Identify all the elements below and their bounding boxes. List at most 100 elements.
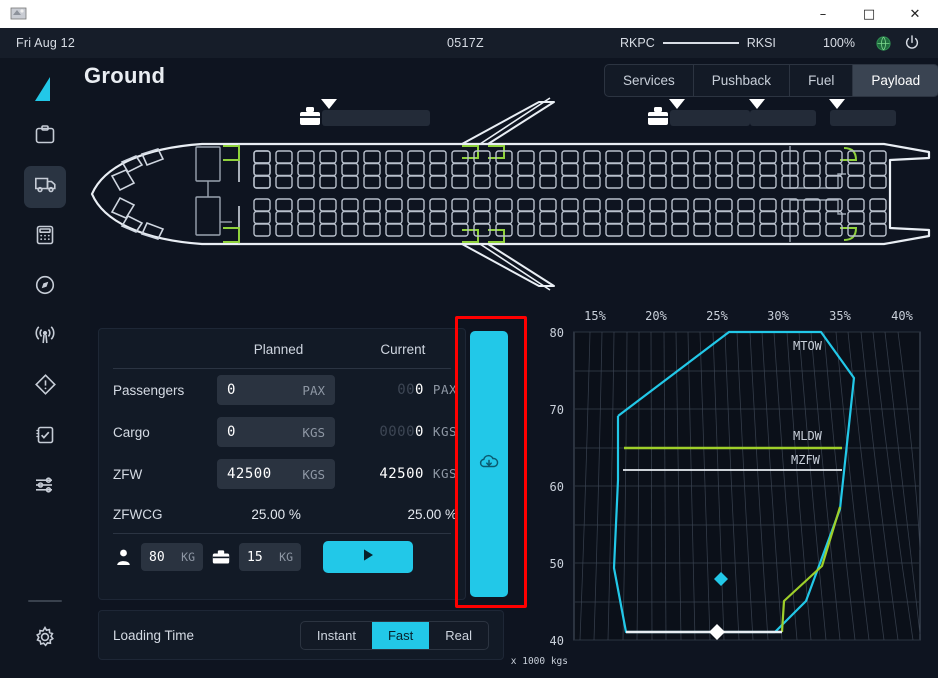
per-bag-weight-unit: KG bbox=[279, 550, 293, 564]
loading-time-option-instant[interactable]: Instant bbox=[301, 622, 372, 649]
passengers-input[interactable]: 0 PAX bbox=[217, 375, 335, 405]
tab-pushback[interactable]: Pushback bbox=[694, 65, 791, 96]
payload-footer-controls: 80 KG 15 KG bbox=[99, 534, 465, 580]
per-bag-weight-value: 15 bbox=[247, 549, 263, 565]
x-tick-15: 15% bbox=[584, 309, 606, 323]
warning-diamond-icon bbox=[34, 373, 57, 401]
zfw-input-value: 42500 bbox=[227, 466, 272, 482]
per-pax-weight-input[interactable]: 80 KG bbox=[141, 543, 203, 571]
cg-envelope-chart: 15% 20% 25% 30% 35% 40% 80 70 60 50 40 x… bbox=[506, 300, 936, 672]
close-button[interactable]: ✕ bbox=[892, 0, 938, 28]
sidebar-item-controls[interactable] bbox=[24, 466, 66, 508]
y-tick-70: 70 bbox=[550, 403, 564, 417]
sidebar-divider bbox=[28, 600, 62, 602]
x-tick-30: 30% bbox=[767, 309, 789, 323]
row-zfw: ZFW 42500 KGS 42500 KGS bbox=[99, 453, 465, 495]
route-line-icon bbox=[662, 42, 739, 44]
row-label-passengers: Passengers bbox=[113, 382, 185, 398]
loading-time-segmented-control: Instant Fast Real bbox=[299, 620, 489, 650]
cargo-bay-3 bbox=[749, 99, 816, 126]
zfw-current: 42500 KGS bbox=[335, 466, 465, 482]
origin-icao: RKPC bbox=[620, 36, 655, 50]
sliders-icon bbox=[33, 474, 57, 501]
window-controls: – □ ✕ bbox=[800, 0, 938, 28]
payload-table-header: Planned Current bbox=[99, 329, 465, 368]
cargo-current-value: 0 bbox=[415, 424, 424, 440]
gear-icon bbox=[33, 625, 57, 654]
row-label-zfwcg: ZFWCG bbox=[113, 506, 163, 522]
sidebar-item-dispatch[interactable] bbox=[24, 116, 66, 158]
row-zfwcg: ZFWCG 25.00 % 25.00 % bbox=[99, 495, 465, 533]
loading-time-option-real[interactable]: Real bbox=[429, 622, 488, 649]
per-pax-weight-unit: KG bbox=[181, 550, 195, 564]
sidebar-nav bbox=[24, 116, 66, 508]
cargo-current: 00000 KGS bbox=[335, 424, 465, 440]
passengers-current: 000 PAX bbox=[335, 382, 465, 398]
mldw-label: MLDW bbox=[793, 429, 823, 443]
truck-icon bbox=[34, 173, 57, 201]
y-tick-80: 80 bbox=[550, 326, 564, 340]
page-title: Ground bbox=[84, 63, 166, 88]
per-bag-weight-input[interactable]: 15 KG bbox=[239, 543, 301, 571]
sim-date: Fri Aug 12 bbox=[16, 36, 75, 50]
cargo-load-bar[interactable] bbox=[470, 331, 508, 597]
passengers-current-value: 0 bbox=[415, 382, 424, 398]
zfwcg-current: 25.00 % bbox=[407, 506, 457, 522]
x-tick-40: 40% bbox=[891, 309, 913, 323]
cargo-bay-4 bbox=[829, 99, 896, 126]
x-tick-25: 25% bbox=[706, 309, 728, 323]
y-tick-50: 50 bbox=[550, 557, 564, 571]
tab-payload[interactable]: Payload bbox=[853, 65, 938, 96]
mtow-label: MTOW bbox=[793, 339, 823, 353]
route-indicator: RKPC RKSI bbox=[620, 36, 776, 50]
destination-icao: RKSI bbox=[746, 36, 776, 50]
sidebar-item-atc[interactable] bbox=[24, 316, 66, 358]
sidebar bbox=[0, 58, 90, 678]
zfw-input-unit: KGS bbox=[302, 466, 325, 482]
aircraft-seatmap bbox=[84, 94, 932, 294]
sidebar-item-performance[interactable] bbox=[24, 216, 66, 258]
row-cargo: Cargo 0 KGS 00000 KGS bbox=[99, 411, 465, 453]
power-icon[interactable] bbox=[903, 34, 921, 55]
status-bar: Fri Aug 12 0517Z RKPC RKSI 100% bbox=[0, 28, 938, 58]
start-loading-button[interactable] bbox=[323, 541, 413, 573]
row-passengers: Passengers 0 PAX 000 PAX bbox=[99, 369, 465, 411]
sidebar-item-settings[interactable] bbox=[24, 618, 66, 660]
sidebar-item-navigation[interactable] bbox=[24, 266, 66, 308]
maximize-button[interactable]: □ bbox=[846, 0, 892, 28]
loading-time-panel: Loading Time Instant Fast Real bbox=[98, 610, 504, 660]
radio-antenna-icon bbox=[33, 324, 57, 351]
passengers-current-leading: 00 bbox=[397, 382, 416, 398]
tab-services[interactable]: Services bbox=[605, 65, 694, 96]
minimize-button[interactable]: – bbox=[800, 0, 846, 28]
zfw-input[interactable]: 42500 KGS bbox=[217, 459, 335, 489]
cargo-bay-1 bbox=[321, 99, 430, 126]
passengers-input-value: 0 bbox=[227, 382, 236, 398]
x-tick-20: 20% bbox=[645, 309, 667, 323]
row-label-cargo: Cargo bbox=[113, 424, 150, 440]
column-header-planned: Planned bbox=[253, 342, 304, 357]
cargo-input[interactable]: 0 KGS bbox=[217, 417, 335, 447]
y-axis-unit-label: x 1000 kgs bbox=[511, 656, 568, 667]
passengers-input-unit: PAX bbox=[302, 382, 325, 398]
sim-rate-percent: 100% bbox=[823, 36, 855, 50]
cargo-current-unit: KGS bbox=[432, 424, 457, 439]
loading-time-label: Loading Time bbox=[113, 627, 195, 643]
checklist-icon bbox=[34, 424, 56, 451]
cargo-bay-2-briefcase bbox=[648, 107, 668, 125]
globe-icon[interactable] bbox=[875, 35, 892, 55]
sidebar-item-failures[interactable] bbox=[24, 366, 66, 408]
payload-panel: Planned Current Passengers 0 PAX 000 PAX… bbox=[98, 328, 466, 600]
person-icon bbox=[113, 549, 133, 566]
sidebar-item-ground[interactable] bbox=[24, 166, 66, 208]
zfwcg-planned: 25.00 % bbox=[251, 506, 301, 522]
clipboard-icon bbox=[34, 124, 56, 151]
cargo-input-unit: KGS bbox=[302, 424, 325, 440]
zfw-current-unit: KGS bbox=[432, 466, 457, 481]
per-pax-weight-value: 80 bbox=[149, 549, 165, 565]
sidebar-item-checklists[interactable] bbox=[24, 416, 66, 458]
loading-time-option-fast[interactable]: Fast bbox=[371, 621, 430, 649]
ground-tabs: Services Pushback Fuel Payload bbox=[604, 64, 938, 97]
tab-fuel[interactable]: Fuel bbox=[790, 65, 854, 96]
app-icon bbox=[6, 1, 32, 27]
